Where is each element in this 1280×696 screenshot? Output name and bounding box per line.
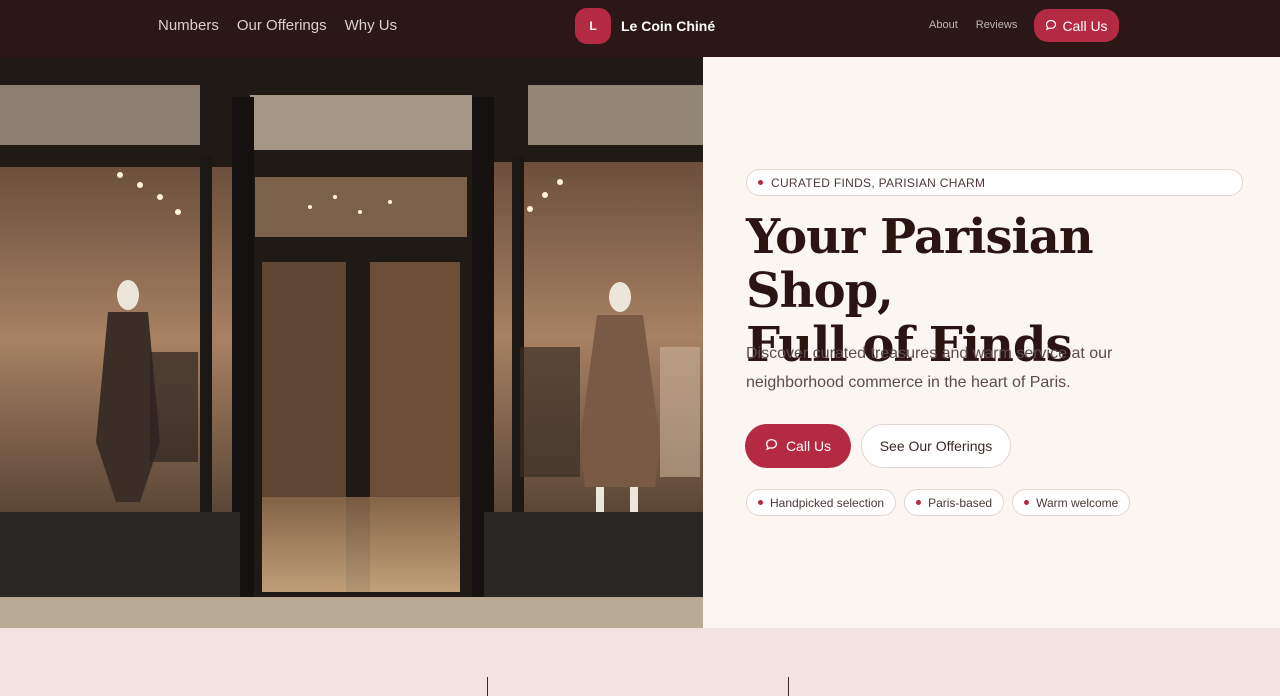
stats-band [0,628,1280,696]
eyebrow-dot-icon [758,180,763,185]
chip-paris-based: Paris-based [904,489,1005,516]
nav-link-why-us[interactable]: Why Us [345,17,398,34]
primary-nav: Numbers Our Offerings Why Us [158,0,397,50]
stat-divider [487,677,488,696]
eyebrow-text: CURATED FINDS, PARISIAN CHARM [771,175,986,190]
see-our-offerings-button[interactable]: See Our Offerings [861,424,1011,468]
chip-dot-icon [758,500,763,505]
secondary-nav: About Reviews [929,0,1017,50]
feature-chips: Handpicked selection Paris-based Warm we… [746,489,1131,516]
chip-label: Handpicked selection [770,495,885,510]
chip-label: Warm welcome [1036,495,1119,510]
nav-link-about[interactable]: About [929,19,958,31]
top-navigation-bar: Numbers Our Offerings Why Us L Le Coin C… [0,0,1280,57]
call-us-label: Call Us [1062,17,1108,34]
nav-link-numbers[interactable]: Numbers [158,17,219,34]
call-us-header-button[interactable]: Call Us [1034,9,1119,42]
eyebrow-pill: CURATED FINDS, PARISIAN CHARM [746,169,1243,196]
hero-content: CURATED FINDS, PARISIAN CHARM Your Paris… [703,57,1280,628]
chip-label: Paris-based [928,495,993,510]
hero-subtitle: Discover curated treasures and warm serv… [746,345,1113,391]
stat-divider [788,677,789,696]
brand-logo[interactable]: L Le Coin Chiné [575,8,715,44]
chip-dot-icon [916,500,922,505]
nav-link-reviews[interactable]: Reviews [976,19,1018,31]
storefront-photo [0,57,703,628]
brand-name: Le Coin Chiné [621,18,716,34]
nav-link-our-offerings[interactable]: Our Offerings [237,17,327,34]
call-us-button-label: Call Us [785,438,832,454]
chat-bubble-icon [1045,18,1057,34]
brand-badge: L [575,8,611,44]
chip-dot-icon [1024,500,1030,505]
call-us-button[interactable]: Call Us [745,424,851,468]
hero-title-line-1: Your Parisian Shop, [746,209,1094,319]
chip-warm-welcome: Warm welcome [1012,489,1131,516]
chat-bubble-icon [765,438,778,454]
chip-handpicked-selection: Handpicked selection [746,489,897,516]
